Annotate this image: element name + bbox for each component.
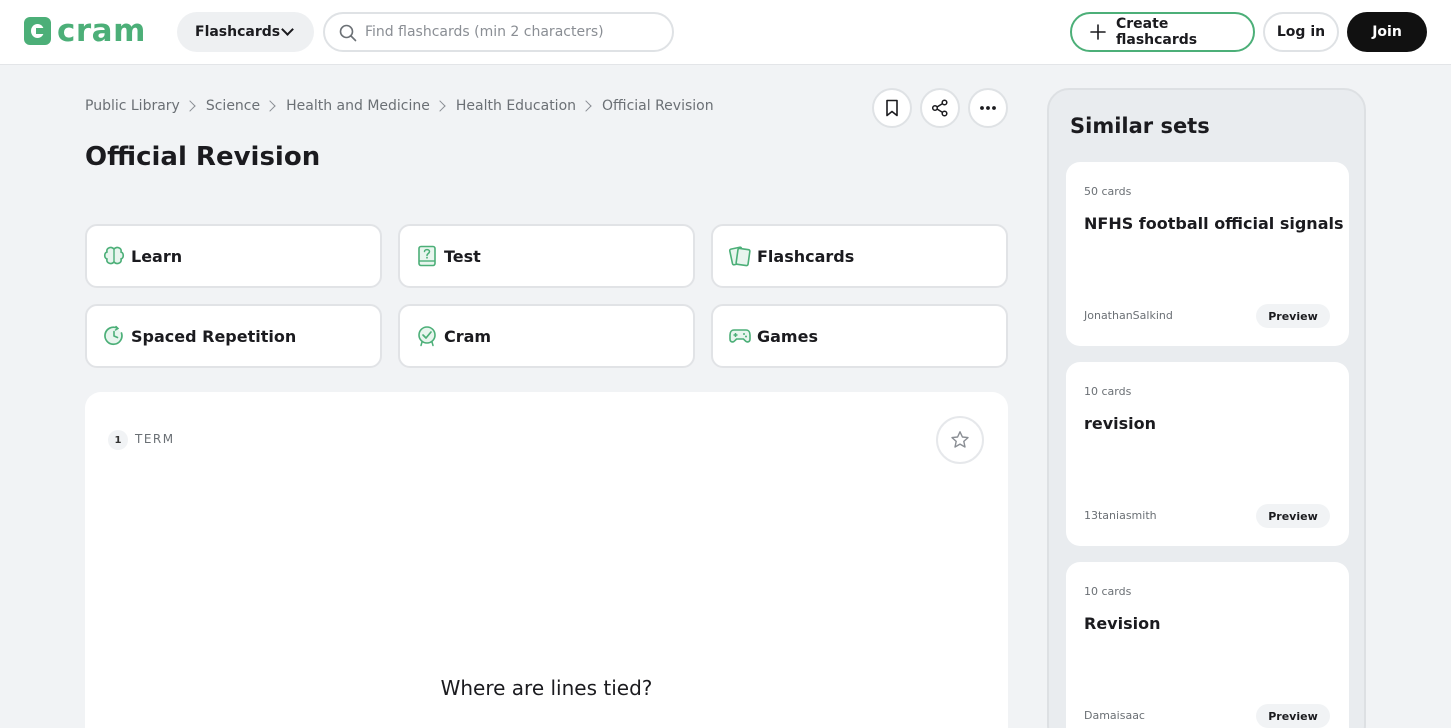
bookmark-icon <box>886 99 898 117</box>
bookmark-button[interactable] <box>872 88 912 128</box>
set-title[interactable]: Revision <box>1084 614 1160 633</box>
create-flashcards-label: Create flashcards <box>1116 16 1198 48</box>
mode-label: Flashcards <box>757 246 855 266</box>
mode-learn-button[interactable]: Learn <box>85 224 382 288</box>
set-card-count: 50 cards <box>1084 185 1132 198</box>
test-icon <box>418 245 436 267</box>
card-side-label: TERM <box>135 432 175 446</box>
share-button[interactable] <box>920 88 960 128</box>
chevron-right-icon <box>580 100 592 112</box>
star-button[interactable] <box>936 416 984 464</box>
breadcrumb-item-current[interactable]: Official Revision <box>602 98 714 114</box>
card-term-text: Where are lines tied? <box>440 676 653 700</box>
set-title[interactable]: revision <box>1084 414 1156 433</box>
share-icon <box>931 99 948 117</box>
login-button[interactable]: Log in <box>1263 12 1339 52</box>
flashcards-dropdown[interactable]: Flashcards <box>177 12 314 52</box>
mode-test-button[interactable]: Test <box>398 224 695 288</box>
similar-set-card[interactable]: 10 cards Revision Damaisaac Preview <box>1066 562 1349 728</box>
breadcrumb-item[interactable]: Public Library <box>85 98 180 114</box>
mode-label: Learn <box>131 246 183 266</box>
create-flashcards-button[interactable]: Create flashcards <box>1070 12 1255 52</box>
chevron-right-icon <box>264 100 276 112</box>
star-icon <box>951 431 969 448</box>
dropdown-label: Flashcards <box>195 24 281 40</box>
page-title: Official Revision <box>85 142 321 172</box>
breadcrumb-item[interactable]: Health and Medicine <box>286 98 430 114</box>
flashcards-icon <box>729 246 751 267</box>
set-author[interactable]: Damaisaac <box>1084 709 1145 722</box>
mode-label: Test <box>444 246 481 266</box>
mode-spaced-repetition-button[interactable]: Spaced Repetition <box>85 304 382 368</box>
similar-set-card[interactable]: 50 cards NFHS football official signals … <box>1066 162 1349 346</box>
breadcrumb-item[interactable]: Science <box>206 98 260 114</box>
preview-button[interactable]: Preview <box>1256 704 1330 728</box>
mode-cram-button[interactable]: Cram <box>398 304 695 368</box>
mode-label: Spaced Repetition <box>131 326 297 346</box>
search-box <box>323 12 674 52</box>
mode-games-button[interactable]: Games <box>711 304 1008 368</box>
similar-sets-sidebar: Similar sets 50 cards NFHS football offi… <box>1047 88 1366 728</box>
set-author[interactable]: 13taniasmith <box>1084 509 1157 522</box>
mode-label: Games <box>757 326 818 346</box>
cram-logo[interactable]: cram <box>24 13 146 49</box>
more-options-button[interactable] <box>968 88 1008 128</box>
mode-flashcards-button[interactable]: Flashcards <box>711 224 1008 288</box>
set-author[interactable]: JonathanSalkind <box>1084 309 1173 322</box>
chevron-right-icon <box>184 100 196 112</box>
card-number: 1 <box>108 430 128 450</box>
breadcrumb: Public Library Science Health and Medici… <box>85 98 714 114</box>
logo-text: cram <box>57 13 146 49</box>
breadcrumb-item[interactable]: Health Education <box>456 98 576 114</box>
set-card-count: 10 cards <box>1084 585 1132 598</box>
gamepad-icon <box>729 329 751 343</box>
spaced-repetition-icon <box>104 325 123 346</box>
cram-icon <box>418 326 436 347</box>
search-icon <box>339 24 357 42</box>
more-horizontal-icon <box>980 106 996 110</box>
preview-button[interactable]: Preview <box>1256 304 1330 328</box>
similar-set-card[interactable]: 10 cards revision 13taniasmith Preview <box>1066 362 1349 546</box>
set-title[interactable]: NFHS football official signals <box>1084 214 1344 233</box>
sidebar-title: Similar sets <box>1070 114 1210 138</box>
set-card-count: 10 cards <box>1084 385 1132 398</box>
top-header: cram Flashcards Create flashcards Log in… <box>0 0 1451 65</box>
mode-label: Cram <box>444 326 492 346</box>
plus-icon <box>1090 24 1106 40</box>
chevron-down-icon <box>281 23 294 36</box>
brain-icon <box>103 246 125 265</box>
chevron-right-icon <box>434 100 446 112</box>
join-button[interactable]: Join <box>1347 12 1427 52</box>
logo-icon <box>24 17 51 45</box>
flashcard[interactable]: 1 TERM Where are lines tied? <box>85 392 1008 728</box>
search-input[interactable] <box>365 24 655 40</box>
preview-button[interactable]: Preview <box>1256 504 1330 528</box>
